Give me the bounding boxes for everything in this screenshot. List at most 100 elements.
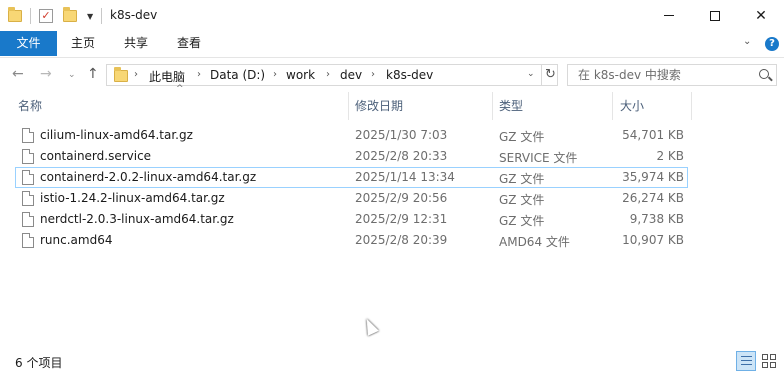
file-row[interactable]: nerdctl-2.0.3-linux-amd64.tar.gz 2025/2/… [15,209,688,230]
tab-home[interactable]: 主页 [63,31,103,56]
column-divider[interactable] [691,92,692,120]
breadcrumb-this-pc[interactable]: 此电脑 [149,68,185,85]
large-icons-view-icon [770,362,776,368]
search-icon[interactable] [759,69,769,79]
file-type: GZ 文件 [499,130,545,144]
file-size: 10,907 KB [622,233,684,247]
column-header: ^ 名称 修改日期 类型 大小 [0,84,784,120]
file-size: 35,974 KB [622,170,684,184]
column-type[interactable]: 类型 [499,92,523,120]
breadcrumb-work[interactable]: work [286,68,315,82]
folder-icon[interactable] [8,7,22,22]
file-type: SERVICE 文件 [499,151,578,165]
chevron-right-icon[interactable]: › [371,69,375,80]
file-row[interactable]: containerd.service 2025/2/8 20:33 SERVIC… [15,146,688,167]
title-bar: ✓ ▼ k8s-dev ✕ [0,0,784,31]
breadcrumb-drive[interactable]: Data (D:) [210,68,265,82]
file-row[interactable]: runc.amd64 2025/2/8 20:39 AMD64 文件 10,90… [15,230,688,251]
ribbon-tabs: 文件 主页 共享 查看 ⌄ ? [0,31,784,56]
file-date: 2025/2/9 20:56 [355,191,448,205]
minimize-button[interactable] [646,0,692,31]
column-divider[interactable] [612,92,613,120]
file-icon [22,212,34,227]
file-name: runc.amd64 [40,233,113,247]
file-date: 2025/2/8 20:33 [355,149,448,163]
large-icons-view-icon [762,362,768,368]
file-icon [22,149,34,164]
navigation-bar: ← → ⌄ ↑ › 此电脑 › Data (D:) › work › dev ›… [0,57,784,91]
file-type: AMD64 文件 [499,235,570,249]
maximize-icon [710,10,720,21]
chevron-right-icon[interactable]: › [134,69,138,80]
file-size: 9,738 KB [629,212,684,226]
file-icon [22,170,34,185]
minimize-icon [664,15,674,16]
breadcrumb-dev[interactable]: dev [340,68,362,82]
chevron-right-icon[interactable]: › [197,69,201,80]
window-title: k8s-dev [110,8,158,22]
file-name: nerdctl-2.0.3-linux-amd64.tar.gz [40,212,234,226]
file-name: containerd-2.0.2-linux-amd64.tar.gz [40,170,257,184]
folder-icon [114,67,128,82]
breadcrumb-k8s-dev[interactable]: k8s-dev [386,68,433,82]
sort-up-icon: ^ [176,84,184,94]
file-date: 2025/1/30 7:03 [355,128,448,142]
divider [30,8,31,24]
maximize-button[interactable] [692,0,738,31]
column-divider[interactable] [348,92,349,120]
quick-access-toolbar: ✓ ▼ [8,6,110,26]
column-date[interactable]: 修改日期 [355,92,403,120]
tab-share[interactable]: 共享 [116,31,156,56]
refresh-icon[interactable]: ↻ [541,65,559,85]
large-icons-view-button[interactable] [760,352,778,370]
file-date: 2025/1/14 13:34 [355,170,455,184]
file-size: 26,274 KB [622,191,684,205]
file-size: 54,701 KB [622,128,684,142]
address-dropdown-icon[interactable]: ⌄ [527,69,535,79]
details-view-icon [741,356,752,357]
file-row[interactable]: containerd-2.0.2-linux-amd64.tar.gz 2025… [15,167,688,188]
properties-icon[interactable]: ✓ [39,9,53,23]
file-date: 2025/2/8 20:39 [355,233,448,247]
file-name: istio-1.24.2-linux-amd64.tar.gz [40,191,225,205]
details-view-icon [741,364,752,365]
customize-toolbar-icon[interactable]: ▼ [87,12,93,21]
details-view-button[interactable] [736,351,756,371]
details-view-icon [741,360,752,361]
close-button[interactable]: ✕ [738,0,784,31]
mouse-cursor-icon [361,316,379,336]
search-box[interactable] [567,64,777,86]
file-icon [22,233,34,248]
up-arrow-icon[interactable]: ↑ [87,66,99,82]
divider [101,8,103,24]
file-row[interactable]: cilium-linux-amd64.tar.gz 2025/1/30 7:03… [15,125,688,146]
help-icon[interactable]: ? [765,37,779,51]
expand-ribbon-icon[interactable]: ⌄ [743,36,751,47]
file-icon [22,128,34,143]
chevron-right-icon[interactable]: › [273,69,277,80]
file-type: GZ 文件 [499,193,545,207]
column-name[interactable]: 名称 [18,92,42,120]
file-date: 2025/2/9 12:31 [355,212,448,226]
large-icons-view-icon [770,354,776,360]
column-size[interactable]: 大小 [620,92,644,120]
file-icon [22,191,34,206]
file-name: cilium-linux-amd64.tar.gz [40,128,193,142]
status-item-count: 6 个项目 [15,356,63,370]
new-folder-icon[interactable] [63,7,77,22]
chevron-right-icon[interactable]: › [326,69,330,80]
tab-view[interactable]: 查看 [169,31,209,56]
file-row[interactable]: istio-1.24.2-linux-amd64.tar.gz 2025/2/9… [15,188,688,209]
forward-arrow-icon[interactable]: → [40,66,52,82]
file-type: GZ 文件 [499,172,545,186]
search-input[interactable] [578,67,748,83]
close-icon: ✕ [755,7,767,24]
tab-file[interactable]: 文件 [0,31,57,56]
address-bar[interactable]: › 此电脑 › Data (D:) › work › dev › k8s-dev… [106,64,558,86]
file-size: 2 KB [656,149,684,163]
file-type: GZ 文件 [499,214,545,228]
back-arrow-icon[interactable]: ← [12,66,24,82]
recent-locations-icon[interactable]: ⌄ [68,70,76,80]
file-name: containerd.service [40,149,152,163]
column-divider[interactable] [492,92,493,120]
